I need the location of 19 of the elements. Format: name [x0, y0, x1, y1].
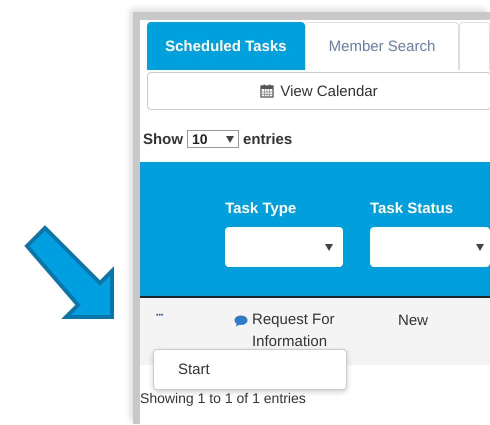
entries-dropdown[interactable]: 10 — [187, 130, 239, 148]
tab[interactable] — [459, 22, 490, 70]
caret-icon — [226, 136, 234, 142]
show-label: Show — [143, 130, 183, 148]
view-calendar-button[interactable]: View Calendar — [147, 72, 490, 110]
menu-item[interactable]: Start — [178, 361, 210, 378]
calendar-icon — [260, 84, 274, 98]
column-header: Task Status — [370, 200, 454, 217]
table-cell-text: Request For Information — [252, 310, 336, 352]
caret-icon — [476, 244, 484, 250]
chat-bubble-icon — [234, 315, 248, 327]
entries-label: entries — [243, 130, 292, 148]
table-cell: New — [398, 312, 428, 329]
filter-dropdown[interactable] — [370, 227, 490, 267]
column-header: Task Type — [225, 200, 298, 217]
filter-dropdown[interactable] — [225, 227, 344, 267]
table-info: Showing 1 to 1 of 1 entries — [140, 390, 306, 406]
tab[interactable]: Member Search — [304, 22, 460, 70]
caret-icon — [325, 244, 334, 250]
